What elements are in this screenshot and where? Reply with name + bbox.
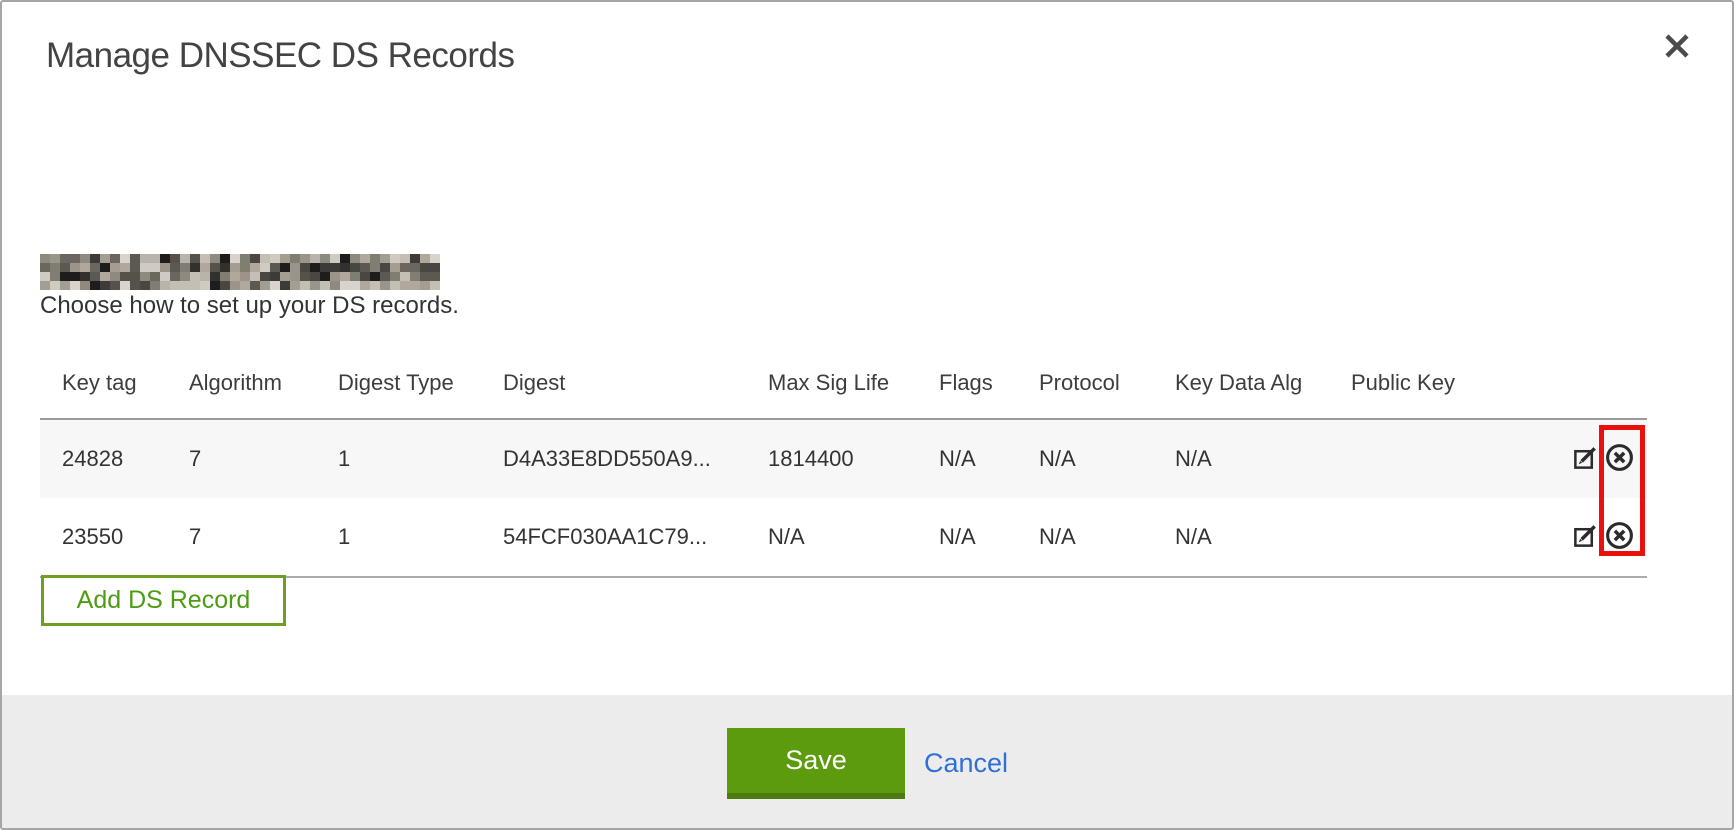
- cell-algorithm: 7: [189, 419, 338, 498]
- col-header-digest-type: Digest Type: [338, 352, 503, 419]
- table-row: 23550 7 1 54FCF030AA1C79... N/A N/A N/A …: [40, 498, 1647, 577]
- cell-max-sig-life: 1814400: [768, 419, 939, 498]
- delete-icon: [1604, 442, 1635, 476]
- add-ds-record-button[interactable]: Add DS Record: [41, 575, 286, 626]
- edit-icon: [1572, 522, 1599, 552]
- edit-record-button[interactable]: [1572, 444, 1599, 474]
- close-icon: [1664, 33, 1690, 62]
- cell-flags: N/A: [939, 419, 1039, 498]
- table-header-row: Key tag Algorithm Digest Type Digest Max…: [40, 352, 1647, 419]
- col-header-protocol: Protocol: [1039, 352, 1175, 419]
- col-header-public-key: Public Key: [1351, 352, 1551, 419]
- cell-key-data-alg: N/A: [1175, 498, 1351, 577]
- cell-digest: 54FCF030AA1C79...: [503, 498, 768, 577]
- col-header-max-sig-life: Max Sig Life: [768, 352, 939, 419]
- edit-record-button[interactable]: [1572, 522, 1599, 552]
- cell-protocol: N/A: [1039, 419, 1175, 498]
- dnssec-dialog: Manage DNSSEC DS Records Choose how to s…: [0, 0, 1734, 830]
- table-row: 24828 7 1 D4A33E8DD550A9... 1814400 N/A …: [40, 419, 1647, 498]
- cell-actions: [1551, 498, 1647, 577]
- dialog-title: Manage DNSSEC DS Records: [46, 36, 514, 76]
- cancel-link[interactable]: Cancel: [924, 748, 1008, 779]
- cell-actions: [1551, 419, 1647, 498]
- cell-flags: N/A: [939, 498, 1039, 577]
- delete-record-button[interactable]: [1604, 520, 1635, 554]
- cell-algorithm: 7: [189, 498, 338, 577]
- col-header-digest: Digest: [503, 352, 768, 419]
- cell-digest: D4A33E8DD550A9...: [503, 419, 768, 498]
- col-header-actions: [1551, 352, 1647, 419]
- cell-key-tag: 23550: [40, 498, 189, 577]
- save-button[interactable]: Save: [727, 728, 905, 799]
- ds-records-table: Key tag Algorithm Digest Type Digest Max…: [40, 352, 1647, 578]
- cell-digest-type: 1: [338, 498, 503, 577]
- cell-key-data-alg: N/A: [1175, 419, 1351, 498]
- setup-instruction: Choose how to set up your DS records.: [40, 291, 459, 321]
- delete-record-button[interactable]: [1604, 442, 1635, 476]
- col-header-flags: Flags: [939, 352, 1039, 419]
- redacted-domain: [40, 254, 440, 290]
- edit-icon: [1572, 444, 1599, 474]
- cell-public-key: [1351, 419, 1551, 498]
- cell-protocol: N/A: [1039, 498, 1175, 577]
- col-header-algorithm: Algorithm: [189, 352, 338, 419]
- cell-max-sig-life: N/A: [768, 498, 939, 577]
- col-header-key-tag: Key tag: [40, 352, 189, 419]
- dialog-footer: Save Cancel: [2, 695, 1732, 828]
- col-header-key-data-alg: Key Data Alg: [1175, 352, 1351, 419]
- close-button[interactable]: [1653, 23, 1701, 71]
- cell-key-tag: 24828: [40, 419, 189, 498]
- cell-public-key: [1351, 498, 1551, 577]
- delete-icon: [1604, 520, 1635, 554]
- cell-digest-type: 1: [338, 419, 503, 498]
